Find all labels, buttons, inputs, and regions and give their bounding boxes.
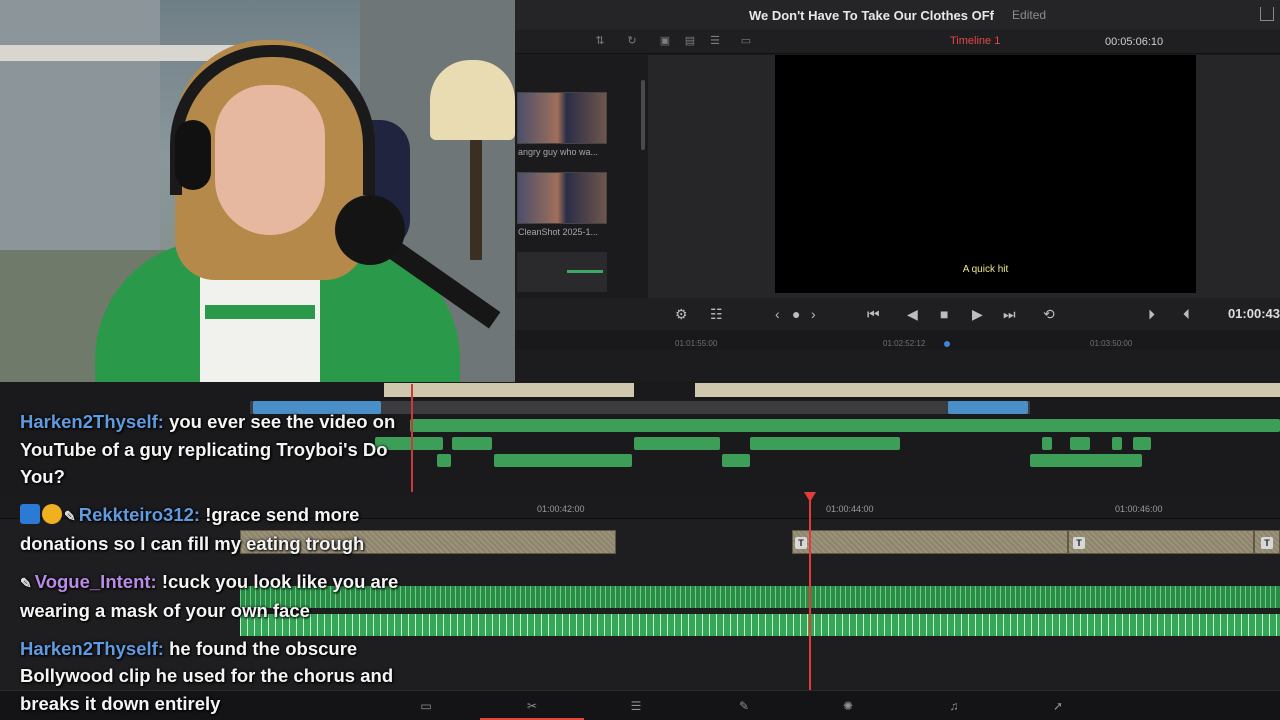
transport-controls: ⚙ ☷ ‹ ● › ⏮ ◀ ■ ▶ ⏭ ⟲ ⏵ ⏴ 01:00:43: [515, 298, 1280, 330]
stream-chat-overlay: Harken2Thyself: you ever see the video o…: [20, 408, 430, 720]
media-pool: angry guy who wa... CleanShot 2025-1...: [515, 55, 648, 298]
list-view-icon[interactable]: ☰: [708, 35, 722, 47]
fusion-page-icon[interactable]: ✎: [736, 699, 752, 713]
cut-page-icon[interactable]: ✂: [524, 699, 540, 713]
text-clip-icon: T: [1073, 537, 1085, 549]
chat-username: Harken2Thyself:: [20, 637, 164, 659]
loop-icon[interactable]: ⟲: [1043, 306, 1055, 323]
pencil-icon: ✎: [64, 507, 76, 524]
overview-audio-clip[interactable]: [1070, 437, 1090, 450]
go-to-in-icon[interactable]: ⏴: [1183, 306, 1190, 323]
options-icon[interactable]: ☷: [710, 306, 723, 323]
color-page-icon[interactable]: ✺: [840, 699, 856, 713]
overview-video-clip[interactable]: [384, 383, 634, 397]
chat-username: Harken2Thyself:: [20, 411, 164, 432]
chat-username: Rekkteiro312:: [78, 503, 201, 525]
media-clip-thumbnail[interactable]: [517, 172, 607, 224]
subtitle-text: A quick hit: [962, 264, 1009, 275]
viewer-size-icon[interactable]: ▭: [739, 35, 753, 47]
overview-audio-clip[interactable]: [634, 437, 720, 450]
ruler-label: 01:00:42:00: [537, 504, 585, 514]
refresh-icon[interactable]: ↻: [625, 35, 639, 47]
marker-dot-icon[interactable]: ●: [792, 306, 800, 322]
chat-message: ✎ Vogue_Intent: !cuck you look like you a…: [20, 568, 430, 625]
chat-message: ✎ Rekkteiro312: !grace send more donation…: [20, 501, 430, 558]
media-clip-thumbnail[interactable]: [517, 92, 607, 144]
thumbnail-view-icon[interactable]: ▣: [658, 35, 672, 47]
overview-video-clip[interactable]: [695, 383, 1280, 397]
resolve-title-bar: We Don't Have To Take Our Clothes OFf Ed…: [515, 0, 1280, 30]
timeline-selector[interactable]: Timeline 1: [950, 35, 1000, 47]
overview-audio-clip[interactable]: [750, 437, 900, 450]
bits-badge-icon: [42, 503, 62, 524]
overview-audio-clip[interactable]: [452, 437, 492, 450]
ruler-label: 01:00:44:00: [826, 504, 874, 514]
project-status: Edited: [1012, 8, 1047, 22]
video-clip[interactable]: T: [1254, 530, 1280, 554]
video-clip[interactable]: T: [792, 530, 1068, 554]
stop-icon[interactable]: ■: [940, 306, 948, 322]
overview-audio-clip[interactable]: [494, 454, 632, 467]
overview-playhead-dot[interactable]: [944, 341, 950, 347]
subscriber-badge-icon: [20, 503, 40, 524]
overview-ruler-label: 01:01:55:00: [675, 339, 718, 348]
microphone: [335, 195, 405, 265]
share-icon[interactable]: [1260, 7, 1274, 21]
overview-audio-clip[interactable]: [1133, 437, 1151, 450]
jacket-stripe-band: [205, 305, 315, 319]
video-clip[interactable]: T: [1068, 530, 1254, 554]
lamp: [430, 60, 515, 140]
overview-ruler[interactable]: 01:01:55:00 01:02:52:12 01:03:50:00: [515, 330, 1280, 350]
media-clip-label: CleanShot 2025-1...: [518, 227, 599, 237]
fairlight-page-icon[interactable]: ♫: [946, 699, 962, 713]
overview-audio-clip[interactable]: [722, 454, 750, 467]
timeline-playhead[interactable]: [809, 494, 811, 690]
edit-page-icon[interactable]: ☰: [628, 699, 644, 713]
chat-message: Harken2Thyself: he found the obscure Bol…: [20, 635, 430, 718]
timeline-viewer: A quick hit: [648, 55, 1280, 298]
prev-marker-icon[interactable]: ‹: [775, 306, 780, 322]
overview-ruler-label: 01:02:52:12: [883, 339, 926, 348]
chat-username: Vogue_Intent:: [34, 570, 157, 592]
text-clip-icon: T: [795, 537, 807, 549]
pencil-icon: ✎: [20, 574, 32, 591]
headphone-earcup: [175, 120, 211, 190]
audio-clip-thumbnail[interactable]: [517, 252, 607, 292]
ruler-label: 01:00:46:00: [1115, 504, 1163, 514]
viewer-toolbar: ⇅ ↻ ▣ ▤ ☰ ▭ Timeline 1 00:05:06:10: [515, 30, 1280, 54]
chat-message: Harken2Thyself: you ever see the video o…: [20, 408, 430, 491]
viewer-timecode: 01:00:43: [1227, 306, 1280, 321]
jump-end-icon[interactable]: ⏭: [1003, 306, 1016, 323]
next-marker-icon[interactable]: ›: [811, 306, 816, 322]
media-pool-scrollbar[interactable]: [641, 80, 645, 150]
step-back-icon[interactable]: ◀: [907, 306, 918, 323]
film-icon[interactable]: ▤: [683, 35, 697, 47]
project-title: We Don't Have To Take Our Clothes OFf: [748, 7, 995, 23]
viewer-screen[interactable]: A quick hit: [775, 55, 1196, 293]
overview-audio-clip[interactable]: [1112, 437, 1122, 450]
settings-icon[interactable]: ⚙: [675, 306, 688, 323]
overview-audio-clip[interactable]: [1042, 437, 1052, 450]
play-icon[interactable]: ▶: [972, 306, 983, 323]
go-to-out-icon[interactable]: ⏵: [1148, 306, 1155, 323]
jump-start-icon[interactable]: ⏮: [867, 306, 880, 323]
overview-audio-clip[interactable]: [410, 419, 1280, 432]
overview-audio-clip[interactable]: [437, 454, 451, 467]
media-clip-label: angry guy who wa...: [518, 147, 599, 157]
text-clip-icon: T: [1261, 537, 1273, 549]
overview-clip-blue[interactable]: [948, 401, 1028, 414]
overview-ruler-label: 01:03:50:00: [1090, 339, 1133, 348]
duration-timecode: 00:05:06:10: [1105, 36, 1164, 48]
webcam-feed: [0, 0, 515, 387]
deliver-page-icon[interactable]: ➚: [1050, 699, 1066, 713]
screen: We Don't Have To Take Our Clothes OFf Ed…: [0, 0, 1280, 720]
overview-audio-clip[interactable]: [1030, 454, 1142, 467]
lamp-base: [470, 140, 482, 260]
sort-icon[interactable]: ⇅: [593, 35, 607, 47]
